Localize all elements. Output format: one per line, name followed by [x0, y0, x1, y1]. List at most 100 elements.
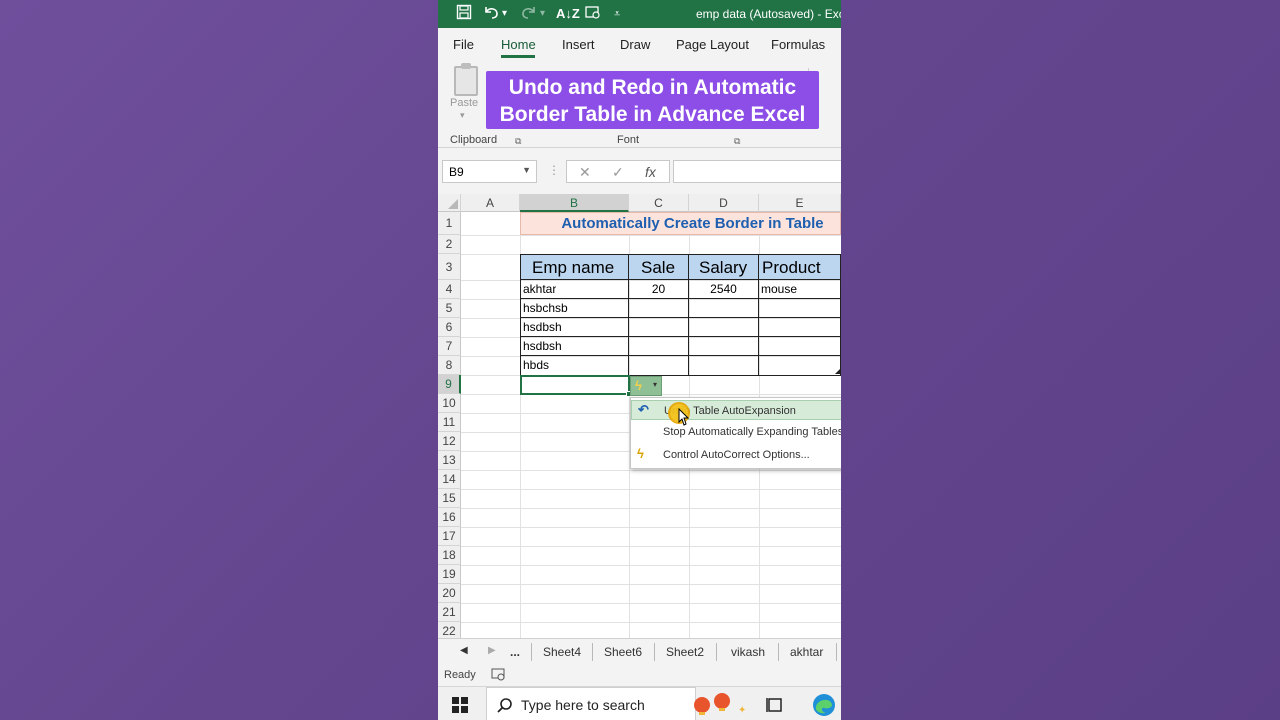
sheet-tab-sheet6[interactable]: Sheet6 [604, 645, 642, 659]
redo-dropdown-icon[interactable]: ▾ [540, 4, 545, 24]
formula-input[interactable] [673, 160, 841, 183]
column-header-d[interactable]: D [689, 194, 759, 212]
row-header-19[interactable]: 19 [438, 565, 461, 584]
row-header-13[interactable]: 13 [438, 451, 461, 470]
insert-function-icon[interactable]: fx [645, 164, 656, 180]
row-header-5[interactable]: 5 [438, 299, 461, 318]
more-sheets-button[interactable]: ... [510, 645, 520, 659]
tab-draw[interactable]: Draw [620, 37, 650, 52]
menu-item-control-autocorrect[interactable]: ϟ Control AutoCorrect Options... [631, 445, 841, 465]
paste-button-label[interactable]: Paste [450, 97, 478, 109]
row-header-10[interactable]: 10 [438, 394, 461, 413]
redo-icon[interactable] [520, 4, 538, 26]
menu-item-stop-expanding[interactable]: Stop Automatically Expanding Tables [631, 422, 841, 442]
gridline [461, 603, 841, 604]
sheet-tab-akhtar[interactable]: akhtar [790, 645, 823, 659]
table-header-cell[interactable]: Emp name [520, 254, 629, 280]
tab-file[interactable]: File [453, 37, 474, 52]
undo-icon[interactable] [482, 4, 500, 26]
row-header-18[interactable]: 18 [438, 546, 461, 565]
banner-line-1: Undo and Redo in Automatic [508, 76, 797, 99]
paste-icon[interactable] [454, 63, 478, 96]
title-cell[interactable]: Automatically Create Border in Table [520, 212, 841, 235]
sheet-tab-sheet4[interactable]: Sheet4 [543, 645, 581, 659]
table-header-cell[interactable]: Sale [628, 254, 689, 280]
font-launcher-icon[interactable]: ⧉ [734, 136, 740, 147]
worksheet-grid[interactable]: A B C D E 1 2 3 4 5 6 7 8 9 10 11 12 13 … [438, 194, 841, 638]
formula-bar-handle-icon[interactable]: ⋮ [548, 163, 560, 177]
row-header-12[interactable]: 12 [438, 432, 461, 451]
taskbar-search-box[interactable]: Type here to search [486, 687, 696, 720]
row-header-21[interactable]: 21 [438, 603, 461, 622]
row-header-14[interactable]: 14 [438, 470, 461, 489]
table-cell[interactable]: hsbchsb [523, 301, 568, 315]
save-icon[interactable] [456, 4, 472, 26]
search-icon [497, 698, 512, 713]
window-title: emp data (Autosaved) - Exc [696, 7, 841, 21]
row-header-1[interactable]: 1 [438, 212, 461, 235]
enter-icon[interactable]: ✓ [612, 164, 624, 181]
chevron-down-icon[interactable]: ▼ [522, 165, 531, 175]
row-header-7[interactable]: 7 [438, 337, 461, 356]
row-header-22[interactable]: 22 [438, 622, 461, 638]
windows-start-icon[interactable] [452, 697, 468, 713]
row-header-11[interactable]: 11 [438, 413, 461, 432]
tab-page-layout[interactable]: Page Layout [676, 37, 749, 52]
gridline [461, 546, 841, 547]
customize-icon[interactable]: ⩡ [614, 4, 620, 24]
row-header-16[interactable]: 16 [438, 508, 461, 527]
cancel-icon[interactable]: ✕ [579, 164, 591, 181]
tab-insert[interactable]: Insert [562, 37, 595, 52]
name-box[interactable]: B9 ▼ [442, 160, 537, 183]
scroll-left-icon[interactable]: ◀ [460, 645, 468, 656]
ribbon-tabs: File Home Insert Draw Page Layout Formul… [438, 28, 841, 58]
table-cell[interactable]: hsdbsh [523, 339, 562, 353]
task-view-icon[interactable] [766, 697, 784, 713]
sheet-tab-sheet2[interactable]: Sheet2 [666, 645, 704, 659]
column-header-e[interactable]: E [759, 194, 841, 212]
selected-cell-b9[interactable] [520, 375, 630, 395]
table-cell[interactable]: hsdbsh [523, 320, 562, 334]
row-header-9[interactable]: 9 [438, 375, 461, 394]
column-header-c[interactable]: C [629, 194, 689, 212]
table-resize-handle-icon[interactable] [835, 368, 841, 374]
table-header-cell[interactable]: Salary [688, 254, 759, 280]
tab-formulas[interactable]: Formulas [771, 37, 825, 52]
gridline [461, 527, 841, 528]
column-header-a[interactable]: A [461, 194, 520, 212]
undo-icon: ↶ [638, 402, 649, 417]
autocorrect-options-button[interactable]: ϟ ▾ [630, 376, 662, 396]
svg-text:✦: ✦ [738, 705, 746, 716]
tab-separator [778, 643, 779, 661]
row-header-4[interactable]: 4 [438, 280, 461, 299]
column-header-b[interactable]: B [520, 194, 629, 212]
scroll-right-icon[interactable]: ▶ [488, 645, 496, 656]
accessibility-icon[interactable] [491, 668, 505, 681]
row-header-8[interactable]: 8 [438, 356, 461, 375]
menu-item-undo-expansion[interactable]: ↶ Undo Table AutoExpansion [631, 400, 841, 420]
chevron-down-icon: ▾ [653, 380, 658, 389]
table-cell[interactable]: hbds [523, 358, 549, 372]
mouse-pointer-icon [678, 408, 690, 426]
paste-dropdown-icon[interactable]: ▾ [460, 110, 465, 121]
form-icon[interactable] [584, 4, 602, 26]
row-header-17[interactable]: 17 [438, 527, 461, 546]
table-cell[interactable]: mouse [761, 282, 797, 296]
select-all-corner[interactable] [438, 194, 461, 212]
edge-browser-icon[interactable] [812, 693, 836, 717]
table-cell[interactable]: 2540 [689, 282, 758, 296]
table-header-cell[interactable]: Product [758, 254, 841, 280]
undo-dropdown-icon[interactable]: ▾ [502, 4, 507, 24]
row-header-3[interactable]: 3 [438, 254, 461, 280]
table-cell[interactable]: akhtar [523, 282, 556, 296]
row-header-15[interactable]: 15 [438, 489, 461, 508]
row-header-2[interactable]: 2 [438, 235, 461, 254]
tab-home[interactable]: Home [501, 37, 536, 52]
clipboard-launcher-icon[interactable]: ⧉ [515, 136, 521, 147]
row-header-6[interactable]: 6 [438, 318, 461, 337]
sheet-tab-vikash[interactable]: vikash [731, 645, 765, 659]
row-header-20[interactable]: 20 [438, 584, 461, 603]
sort-icon[interactable]: A↓Z [556, 4, 580, 24]
windows-taskbar: Type here to search ✦ [438, 686, 841, 720]
table-cell[interactable]: 20 [629, 282, 688, 296]
